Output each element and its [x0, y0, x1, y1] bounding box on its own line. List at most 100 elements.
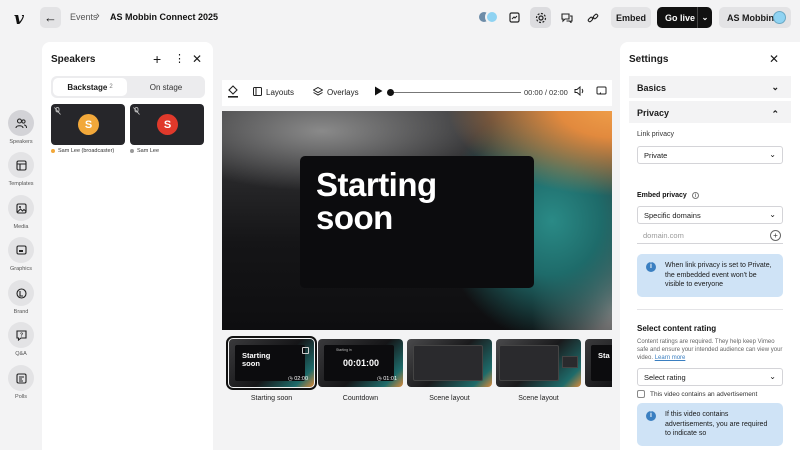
add-speaker-button[interactable]: + — [153, 51, 161, 67]
advertisement-checkbox-row[interactable]: This video contains an advertisement — [637, 390, 757, 398]
domain-input[interactable]: domain.com + — [637, 228, 783, 244]
stage-preview[interactable]: Starting soon — [222, 111, 612, 330]
rail-label: Brand — [13, 309, 29, 315]
speakers-tabs: Backstage 2 On stage — [51, 76, 205, 98]
scene-thumb-text: 00:01:00 — [343, 358, 380, 368]
rail-label: Polls — [15, 394, 27, 400]
speaker-name-text: Sam Lee (broadcaster) — [58, 148, 115, 154]
panel-title: Speakers — [51, 54, 96, 65]
scene-thumbnail[interactable]: Sta — [585, 339, 612, 387]
close-settings-button[interactable]: ✕ — [769, 52, 779, 66]
domain-placeholder: domain.com — [643, 231, 684, 240]
svg-text:?: ? — [19, 332, 22, 338]
play-button[interactable] — [374, 86, 383, 98]
people-icon — [8, 110, 34, 136]
content-rating-title: Select content rating — [637, 324, 717, 333]
image-icon — [8, 195, 34, 221]
scene-thumb-text: Sta — [598, 351, 610, 360]
scene-label: Scene layout — [429, 395, 470, 402]
playhead[interactable] — [387, 89, 394, 96]
timecode: 00:00 / 02:00 — [524, 88, 568, 97]
link-button[interactable] — [582, 7, 603, 28]
scene-duration: ◷ 01:01 — [377, 376, 397, 382]
status-dot — [51, 148, 55, 153]
rail-label: Templates — [8, 181, 34, 187]
analytics-icon — [509, 12, 520, 23]
playback-timeline[interactable] — [388, 92, 521, 93]
scene-duration: ◷ 02:00 — [288, 376, 308, 382]
scene-time: 01:01 — [383, 376, 397, 382]
volume-button[interactable] — [574, 85, 585, 98]
scene-card — [499, 345, 559, 381]
chevron-down-icon[interactable]: ⌄ — [697, 7, 712, 28]
embed-privacy-label-text: Embed privacy — [637, 192, 687, 199]
content-rating-select[interactable]: Select rating ⌄ — [637, 368, 783, 386]
chevron-down-icon: ⌄ — [769, 150, 776, 159]
add-domain-icon[interactable]: + — [770, 230, 781, 241]
chat-button[interactable] — [556, 7, 577, 28]
mic-off-icon — [133, 107, 140, 117]
settings-panel: Settings ✕ Basics ⌄ Privacy ⌃ Link priva… — [620, 42, 800, 450]
chevron-up-icon: ⌃ — [771, 109, 779, 119]
scene-thumbnail[interactable] — [496, 339, 581, 387]
info-icon: i — [646, 411, 656, 421]
advertisement-checkbox-label: This video contains an advertisement — [650, 390, 758, 398]
mic-off-icon — [54, 107, 61, 117]
content-rating-help: Content ratings are required. They help … — [637, 338, 783, 362]
rail-item-graphics[interactable]: Graphics — [7, 237, 35, 272]
info-icon[interactable]: i — [691, 192, 699, 199]
tab-backstage[interactable]: Backstage 2 — [53, 78, 127, 96]
vimeo-logo[interactable]: v — [14, 9, 24, 29]
info-banner-ads: i If this video contains advertisements,… — [637, 403, 783, 446]
link-privacy-value: Private — [644, 150, 668, 160]
section-privacy-header[interactable]: Privacy ⌃ — [637, 108, 783, 119]
embed-privacy-label: Embed privacy i — [637, 192, 699, 199]
panel-title: Settings — [629, 54, 669, 65]
qa-icon: ? — [8, 322, 34, 348]
advertisement-checkbox[interactable] — [637, 390, 645, 398]
plus-icon: + — [153, 51, 162, 67]
tab-label: Backstage — [67, 82, 108, 92]
account-menu-button[interactable]: AS Mobbin — [719, 7, 791, 28]
section-basics-header[interactable]: Basics ⌄ — [637, 82, 783, 93]
volume-icon — [574, 85, 584, 97]
analytics-button[interactable] — [504, 7, 525, 28]
breadcrumb-events[interactable]: Events — [70, 12, 98, 22]
brand-icon — [8, 280, 34, 306]
speaker-name: Sam Lee (broadcaster) — [51, 148, 114, 154]
scene-thumbnail[interactable]: Starting in 00:01:00 ◷ 01:01 — [318, 339, 403, 387]
tab-on-stage[interactable]: On stage — [129, 78, 203, 96]
go-live-button[interactable]: Go live ⌄ — [657, 7, 712, 28]
gear-icon — [535, 12, 546, 23]
rail-label: Media — [13, 224, 29, 230]
learn-more-link[interactable]: Learn more — [655, 355, 686, 361]
more-options-button[interactable]: ⋮ — [174, 52, 185, 65]
cast-button[interactable] — [596, 86, 607, 98]
avatar: S — [78, 114, 99, 135]
info-icon: i — [646, 262, 656, 272]
scene-thumbnail[interactable]: Starting soon ◷ 02:00 — [226, 336, 317, 390]
back-button[interactable]: ← — [40, 7, 61, 28]
speaker-tile[interactable]: S — [51, 104, 125, 145]
link-privacy-select[interactable]: Private ⌄ — [637, 146, 783, 164]
embed-privacy-select[interactable]: Specific domains ⌄ — [637, 206, 783, 224]
speaker-tile[interactable]: S — [130, 104, 204, 145]
scene-card-small — [562, 356, 578, 368]
embed-button[interactable]: Embed — [611, 7, 651, 28]
rail-item-polls[interactable]: Polls — [7, 365, 35, 400]
close-panel-button[interactable]: ✕ — [192, 52, 202, 66]
overlays-button[interactable]: Overlays — [312, 86, 359, 97]
rail-item-media[interactable]: Media — [7, 195, 35, 230]
speakers-panel: Speakers + ⋮ ✕ Backstage 2 On stage S Sam… — [42, 42, 213, 450]
layouts-button[interactable]: Layouts — [253, 87, 294, 97]
participant-avatars[interactable] — [477, 10, 499, 24]
rail-item-qa[interactable]: ? Q&A — [7, 322, 35, 357]
rail-item-templates[interactable]: Templates — [7, 152, 35, 187]
rail-item-speakers[interactable]: Speakers — [7, 110, 35, 145]
breadcrumb-separator: › — [96, 10, 100, 22]
scene-thumbnail[interactable] — [407, 339, 492, 387]
rail-label: Q&A — [15, 351, 27, 357]
paint-bucket-icon[interactable] — [227, 85, 239, 100]
rail-item-brand[interactable]: Brand — [7, 280, 35, 315]
settings-button[interactable] — [530, 7, 551, 28]
